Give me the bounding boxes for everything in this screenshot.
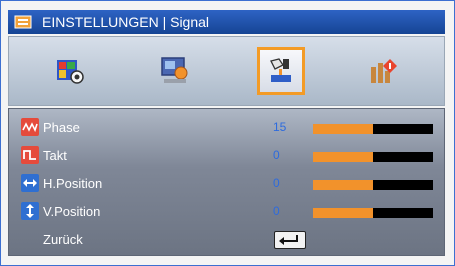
settings-panel: Phase 15 Takt 0 H.Position 0 V.Position … xyxy=(8,108,445,256)
tab-signal[interactable] xyxy=(257,47,305,95)
setting-value: 15 xyxy=(273,120,287,134)
setting-label: H.Position xyxy=(43,176,103,191)
image-settings-icon xyxy=(57,60,84,84)
system-settings-icon xyxy=(371,59,397,83)
h-position-icon xyxy=(21,174,39,192)
setting-label: Takt xyxy=(43,148,67,163)
setting-level-fill xyxy=(313,208,373,218)
phase-icon xyxy=(21,118,39,136)
setting-row-h-position[interactable]: H.Position 0 xyxy=(9,173,444,195)
tab-image[interactable] xyxy=(47,47,95,95)
title-bar: EINSTELLUNGEN | Signal xyxy=(8,10,445,34)
tab-system[interactable] xyxy=(359,47,407,95)
menu-tabs xyxy=(8,36,445,106)
setting-level-fill xyxy=(313,152,373,162)
setting-level-fill xyxy=(313,180,373,190)
setting-level-bar[interactable] xyxy=(313,152,433,162)
enter-key-icon[interactable] xyxy=(274,231,306,249)
clock-icon xyxy=(21,146,39,164)
v-position-icon xyxy=(21,202,39,220)
setting-level-fill xyxy=(313,124,373,134)
setting-value: 0 xyxy=(273,176,280,190)
settings-menu-icon xyxy=(14,15,32,29)
setting-row-back[interactable]: Zurück xyxy=(9,229,444,251)
setting-row-phase[interactable]: Phase 15 xyxy=(9,117,444,139)
display-settings-icon xyxy=(161,57,188,83)
signal-settings-icon xyxy=(270,58,291,82)
setting-level-bar[interactable] xyxy=(313,124,433,134)
page-title: EINSTELLUNGEN | Signal xyxy=(42,14,210,30)
setting-level-bar[interactable] xyxy=(313,208,433,218)
setting-value: 0 xyxy=(273,148,280,162)
tab-display[interactable] xyxy=(151,47,199,95)
setting-row-takt[interactable]: Takt 0 xyxy=(9,145,444,167)
back-label: Zurück xyxy=(43,232,83,247)
setting-label: Phase xyxy=(43,120,80,135)
setting-label: V.Position xyxy=(43,204,101,219)
setting-value: 0 xyxy=(273,204,280,218)
setting-row-v-position[interactable]: V.Position 0 xyxy=(9,201,444,223)
setting-level-bar[interactable] xyxy=(313,180,433,190)
